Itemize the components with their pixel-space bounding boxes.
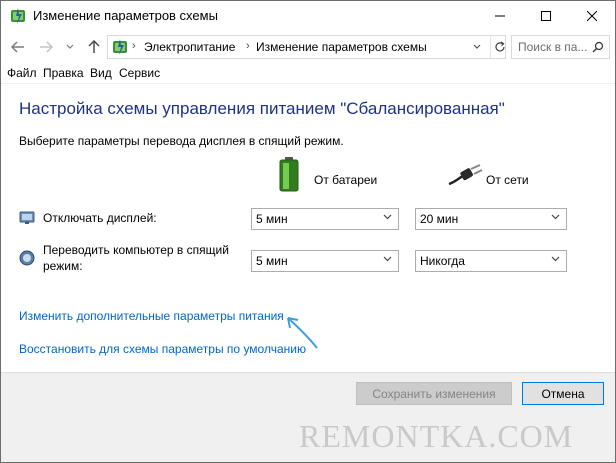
power-options-icon bbox=[113, 39, 127, 55]
save-changes-button[interactable]: Сохранить изменения bbox=[356, 382, 512, 405]
search-box[interactable]: Поиск в па... bbox=[511, 35, 610, 59]
forward-arrow-icon bbox=[40, 41, 53, 53]
column-plugged-in: От сети bbox=[486, 173, 529, 187]
maximize-icon bbox=[541, 11, 551, 21]
menu-edit[interactable]: Правка bbox=[43, 66, 84, 80]
breadcrumb-separator-icon[interactable]: › bbox=[246, 40, 250, 52]
close-button[interactable] bbox=[569, 1, 615, 31]
menu-file[interactable]: Файл bbox=[7, 66, 37, 80]
chevron-down-icon bbox=[551, 214, 560, 220]
column-battery: От батареи bbox=[314, 173, 378, 187]
address-bar[interactable]: › Электропитание › Изменение параметров … bbox=[107, 35, 506, 59]
minimize-button[interactable] bbox=[477, 1, 523, 31]
breadcrumb-separator-icon[interactable]: › bbox=[132, 40, 136, 52]
advanced-settings-link[interactable]: Изменить дополнительные параметры питани… bbox=[19, 309, 284, 323]
sleep-label: Переводить компьютер в спящий режим: bbox=[43, 243, 229, 273]
navigation-bar: › Электропитание › Изменение параметров … bbox=[1, 32, 615, 62]
sleep-battery-select[interactable]: 5 мин bbox=[251, 250, 399, 272]
sleep-icon bbox=[19, 250, 35, 266]
sleep-plugged-value: Никогда bbox=[420, 254, 465, 268]
cancel-button[interactable]: Отмена bbox=[522, 382, 604, 405]
menu-view[interactable]: Вид bbox=[90, 66, 112, 80]
main-content: Настройка схемы управления питанием "Сба… bbox=[1, 84, 615, 372]
display-battery-select[interactable]: 5 мин bbox=[251, 208, 399, 230]
title-bar: Изменение параметров схемы bbox=[1, 1, 615, 31]
search-input[interactable]: Поиск в па... bbox=[518, 40, 587, 54]
recent-locations-button[interactable] bbox=[61, 38, 79, 56]
sleep-plugged-select[interactable]: Никогда bbox=[415, 250, 567, 272]
sleep-battery-value: 5 мин bbox=[256, 254, 288, 268]
maximize-button[interactable] bbox=[523, 1, 569, 31]
display-battery-value: 5 мин bbox=[256, 212, 288, 226]
chevron-down-icon bbox=[473, 44, 481, 49]
up-button[interactable] bbox=[85, 38, 103, 56]
watermark: REMONTKA.COM bbox=[299, 418, 574, 454]
page-title: Настройка схемы управления питанием "Сба… bbox=[19, 99, 505, 118]
chevron-down-icon bbox=[66, 44, 74, 49]
back-button[interactable] bbox=[9, 38, 27, 56]
window: Изменение параметров схемы › Электропита… bbox=[0, 0, 616, 463]
page-subtitle: Выберите параметры перевода дисплея в сп… bbox=[19, 134, 344, 148]
restore-defaults-link[interactable]: Восстановить для схемы параметры по умол… bbox=[19, 342, 306, 356]
display-plugged-value: 20 мин bbox=[420, 212, 459, 226]
power-plug-icon bbox=[448, 164, 483, 186]
minimize-icon bbox=[495, 15, 505, 17]
refresh-button[interactable] bbox=[490, 36, 509, 58]
forward-button[interactable] bbox=[37, 38, 55, 56]
back-arrow-icon bbox=[11, 41, 24, 53]
display-plugged-select[interactable]: 20 мин bbox=[415, 208, 567, 230]
annotation-arrow-icon bbox=[287, 317, 318, 349]
refresh-icon bbox=[495, 41, 505, 52]
breadcrumb-power-options[interactable]: Электропитание bbox=[144, 40, 235, 54]
chevron-down-icon bbox=[551, 256, 560, 262]
display-icon bbox=[19, 211, 35, 224]
chevron-down-icon bbox=[383, 214, 392, 220]
chevron-down-icon bbox=[383, 256, 392, 262]
window-title: Изменение параметров схемы bbox=[33, 8, 218, 23]
breadcrumb-edit-plan[interactable]: Изменение параметров схемы bbox=[256, 40, 427, 54]
search-icon[interactable] bbox=[592, 41, 604, 53]
battery-icon bbox=[279, 157, 299, 192]
power-options-icon bbox=[11, 8, 25, 24]
address-dropdown-button[interactable] bbox=[470, 38, 484, 56]
menu-tools[interactable]: Сервис bbox=[119, 66, 160, 80]
menu-bar: Файл Правка Вид Сервис bbox=[1, 63, 615, 84]
up-arrow-icon bbox=[88, 40, 100, 53]
turn-off-display-label: Отключать дисплей: bbox=[43, 211, 157, 225]
close-icon bbox=[587, 11, 597, 21]
